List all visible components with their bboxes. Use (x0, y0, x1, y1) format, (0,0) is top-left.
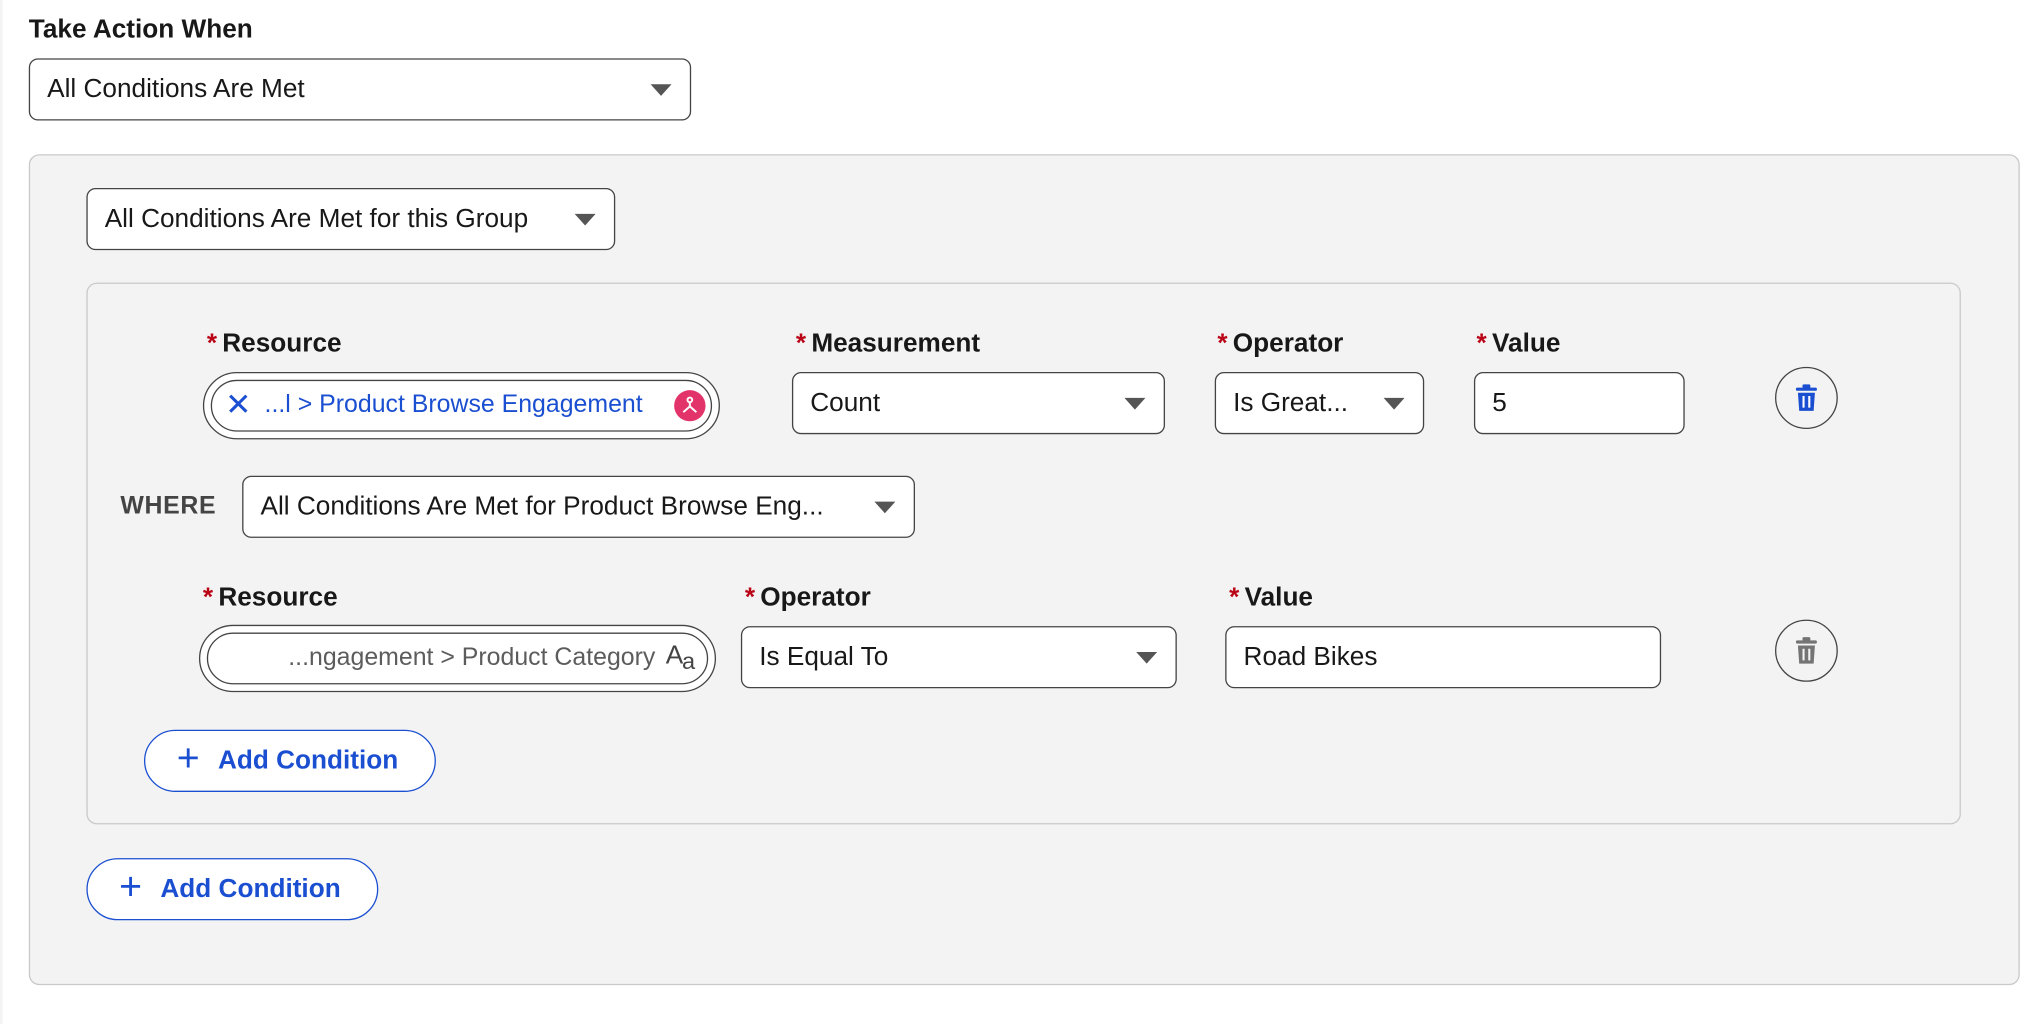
value-label: * Value (1476, 329, 1561, 358)
group-logic-select[interactable]: All Conditions Are Met for this Group (86, 187, 616, 251)
close-icon[interactable]: ✕ (225, 390, 251, 421)
operator-label: * Operator (1217, 329, 1344, 358)
where-logic-select[interactable]: All Conditions Are Met for Product Brows… (242, 475, 915, 538)
value-label: * Value (1229, 583, 1314, 612)
resource-pill[interactable]: ...ngagement > Product Category Aa (206, 632, 709, 685)
add-condition-label: Add Condition (160, 874, 341, 903)
text-type-icon: Aa (665, 641, 695, 675)
plus-icon: + (176, 736, 200, 780)
where-logic-select-value: All Conditions Are Met for Product Brows… (260, 491, 824, 521)
operator-select[interactable]: Is Equal To (740, 626, 1177, 689)
operator-select[interactable]: Is Great... (1214, 372, 1425, 435)
chevron-down-icon (874, 500, 896, 513)
delete-condition-button[interactable] (1775, 366, 1838, 430)
measurement-label: * Measurement (795, 329, 981, 358)
operator-label: * Operator (744, 583, 871, 612)
where-label: WHERE (120, 492, 217, 520)
relationship-icon (674, 390, 706, 422)
resource-label: * Resource (206, 329, 342, 358)
take-action-heading: Take Action When (28, 15, 253, 45)
take-action-select[interactable]: All Conditions Are Met (28, 58, 692, 121)
delete-condition-button[interactable] (1775, 619, 1838, 682)
value-input-text: 5 (1492, 388, 1507, 417)
resource-pill-text: ...l > Product Browse Engagement (264, 391, 643, 419)
chevron-down-icon (1383, 397, 1405, 409)
measurement-select[interactable]: Count (791, 372, 1166, 435)
value-input[interactable]: Road Bikes (1225, 626, 1662, 689)
resource-field[interactable]: ✕ ...l > Product Browse Engagement (202, 372, 720, 440)
chevron-down-icon (574, 213, 596, 225)
add-condition-button[interactable]: + Add Condition (86, 858, 379, 921)
chevron-down-icon (1136, 651, 1158, 664)
add-condition-button[interactable]: + Add Condition (143, 729, 436, 792)
resource-label: * Resource (202, 583, 338, 612)
resource-pill[interactable]: ✕ ...l > Product Browse Engagement (210, 379, 713, 432)
value-input-text: Road Bikes (1243, 642, 1378, 671)
trash-icon (1795, 384, 1817, 411)
operator-select-value: Is Great... (1233, 388, 1349, 417)
trash-icon (1795, 637, 1817, 664)
left-divider (0, 0, 3, 1024)
take-action-select-value: All Conditions Are Met (47, 74, 305, 104)
add-condition-label: Add Condition (217, 745, 399, 775)
measurement-select-value: Count (810, 388, 881, 417)
resource-pill-text: ...ngagement > Product Category (288, 644, 656, 672)
chevron-down-icon (650, 83, 672, 96)
group-logic-select-value: All Conditions Are Met for this Group (104, 204, 529, 233)
condition-builder: Take Action When All Conditions Are Met … (0, 0, 2042, 1024)
resource-field[interactable]: ...ngagement > Product Category Aa (198, 624, 717, 693)
chevron-down-icon (1124, 397, 1146, 409)
value-input[interactable]: 5 (1473, 372, 1685, 435)
operator-select-value: Is Equal To (759, 642, 889, 671)
plus-icon: + (119, 865, 143, 908)
